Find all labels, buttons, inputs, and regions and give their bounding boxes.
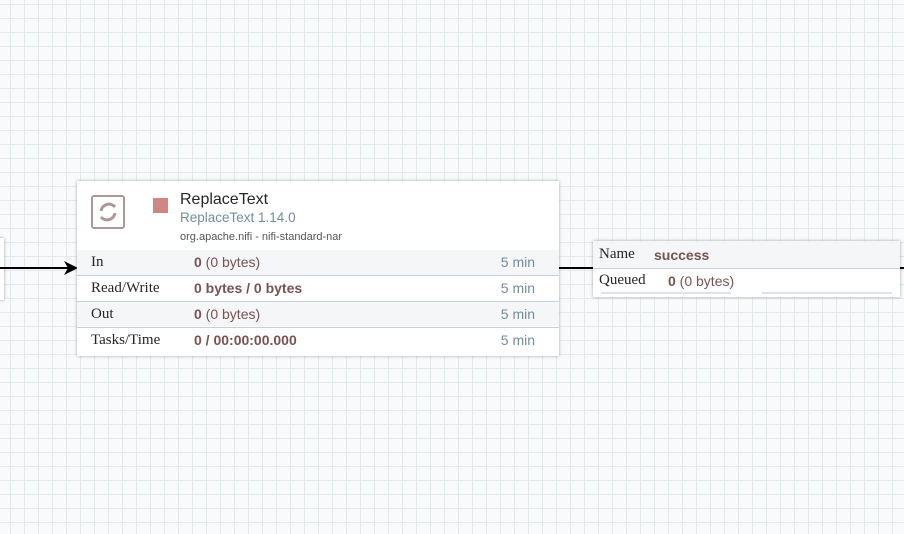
connection-name: success	[654, 247, 710, 263]
stat-row-out: Out 0 (0 bytes) 5 min	[77, 301, 559, 326]
connection-queued-row: Queued 0 (0 bytes)	[593, 269, 900, 296]
stat-row-tasks-time: Tasks/Time 0 / 00:00:00.000 5 min	[77, 327, 559, 355]
processor-type: ReplaceText 1.14.0	[180, 210, 296, 225]
stat-value: 0 bytes / 0 bytes	[194, 280, 303, 296]
processor-bundle: org.apache.nifi - nifi-standard-nar	[180, 231, 343, 243]
connection-name-row: Name success	[593, 241, 900, 269]
stat-period: 5 min	[500, 332, 535, 348]
stat-label: Read/Write	[91, 280, 160, 296]
stopped-status-icon	[153, 198, 168, 213]
stat-label: Tasks/Time	[91, 332, 161, 348]
outgoing-connection-line-end[interactable]	[900, 267, 904, 269]
queue-count-bar	[601, 292, 731, 294]
stat-value: 0 (0 bytes)	[194, 306, 261, 322]
stat-period: 5 min	[500, 280, 535, 296]
processor-icon	[91, 195, 125, 229]
name-label: Name	[599, 246, 635, 262]
stat-value: 0 / 00:00:00.000	[194, 332, 297, 348]
stat-row-read-write: Read/Write 0 bytes / 0 bytes 5 min	[77, 275, 559, 300]
stat-period: 5 min	[500, 306, 535, 322]
queue-size-bar	[762, 292, 892, 294]
left-component-edge[interactable]	[0, 238, 4, 300]
processor-name: ReplaceText	[180, 191, 269, 208]
stat-label: In	[91, 254, 104, 270]
processor-replacetext[interactable]: ReplaceText ReplaceText 1.14.0 org.apach…	[77, 181, 559, 356]
stat-label: Out	[91, 306, 114, 322]
outgoing-connection-line[interactable]	[559, 267, 593, 269]
connection-label-success[interactable]: Name success Queued 0 (0 bytes)	[593, 241, 900, 297]
stat-value: 0 (0 bytes)	[194, 254, 261, 270]
arrowhead-icon	[64, 261, 78, 275]
stat-period: 5 min	[500, 254, 535, 270]
incoming-connection-line[interactable]	[0, 267, 70, 269]
queued-value: 0 (0 bytes)	[668, 273, 735, 289]
stat-row-in: In 0 (0 bytes) 5 min	[77, 250, 559, 275]
queued-label: Queued	[599, 272, 646, 288]
